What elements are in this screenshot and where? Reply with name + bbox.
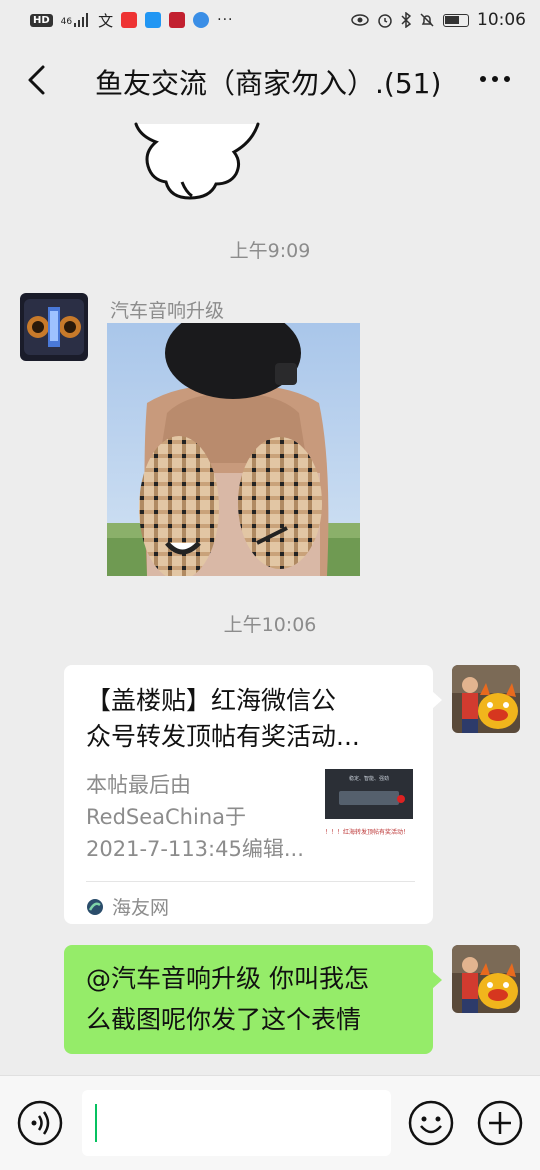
child-lion-avatar-image — [452, 665, 520, 733]
image-message[interactable] — [107, 323, 360, 576]
thumbnail-caption: 稳定、智能、强劲 — [348, 776, 389, 782]
app-globe-icon — [193, 12, 210, 28]
text-cursor — [95, 1104, 97, 1142]
link-card-desc-line: 本帖最后由 — [86, 773, 191, 797]
signal-icon: 46 — [61, 13, 90, 27]
text-message-bubble[interactable]: @汽车音响升级 你叫我怎 么截图呢你发了这个表情 — [64, 945, 442, 1054]
status-left-icons: HD 46 文 ··· — [30, 10, 234, 31]
link-card-message[interactable]: 【盖楼贴】红海微信公 众号转发顶帖有奖活动... 本帖最后由 RedSeaChi… — [64, 665, 442, 924]
self-avatar[interactable] — [452, 945, 520, 1013]
chat-messages[interactable]: 上午9:09 汽车音响升级 上午10:06 【盖楼贴】红海微信公 众号转发顶帖有… — [0, 122, 540, 1075]
more-dot — [480, 76, 486, 82]
status-right-icons: 10:06 — [351, 10, 526, 30]
more-functions-button[interactable] — [477, 1100, 523, 1146]
back-arrow-icon — [28, 65, 45, 95]
hd-icon: HD — [30, 13, 53, 27]
chat-title: 鱼友交流（商家勿入）.(51) — [95, 67, 442, 100]
status-bar: HD 46 文 ··· 10:06 — [0, 0, 540, 40]
more-dot — [492, 76, 498, 82]
link-card-desc-line: 2021-7-113:45编辑... — [86, 837, 304, 861]
mute-icon — [420, 13, 434, 27]
link-card-title: 【盖楼贴】红海微信公 众号转发顶帖有奖活动... — [86, 683, 413, 755]
message-text-line: @汽车音响升级 你叫我怎 — [86, 964, 369, 993]
status-time: 10:06 — [477, 10, 526, 30]
more-dot — [504, 76, 510, 82]
battery-icon — [443, 13, 469, 27]
emoji-button[interactable] — [408, 1100, 454, 1146]
link-card-source-name: 海友网 — [112, 897, 170, 919]
more-options-button[interactable] — [480, 76, 510, 82]
link-card-title-line: 【盖楼贴】红海微信公 — [86, 686, 337, 715]
link-card-divider — [86, 881, 415, 882]
link-card-thumbnail: 稳定、智能、强劲 ！！！红海转发顶帖有奖活动！ — [325, 769, 413, 865]
alarm-icon — [378, 14, 392, 28]
sender-name: 汽车音响升级 — [110, 300, 225, 322]
input-method-icon: 文 — [98, 11, 114, 30]
link-card-desc-line: RedSeaChina于 — [86, 805, 247, 829]
message-text-line: 么截图呢你发了这个表情 — [86, 1005, 362, 1034]
sticker-image[interactable] — [130, 122, 260, 202]
app-blue-icon — [145, 12, 162, 28]
app-target-icon — [169, 12, 186, 28]
link-card-title-line: 众号转发顶帖有奖活动... — [86, 722, 360, 751]
input-bar — [0, 1075, 540, 1170]
link-card-source: 海友网 — [86, 893, 169, 920]
more-dots-icon: ··· — [217, 12, 234, 28]
network-label: 46 — [60, 17, 73, 27]
message-input[interactable] — [82, 1090, 391, 1156]
haiyou-logo-icon — [87, 898, 103, 915]
bluetooth-icon — [401, 12, 411, 28]
eye-icon — [351, 14, 369, 26]
photo-content-image — [107, 323, 360, 576]
back-button[interactable] — [18, 60, 54, 100]
car-audio-avatar-image — [20, 293, 88, 361]
child-lion-avatar-image — [452, 945, 520, 1013]
voice-input-button[interactable] — [17, 1100, 63, 1146]
chat-header: 鱼友交流（商家勿入）.(51) — [0, 40, 540, 122]
app-red-icon — [121, 12, 138, 28]
thumbnail-text: ！！！红海转发顶帖有奖活动！ — [325, 829, 410, 836]
self-avatar[interactable] — [452, 665, 520, 733]
sender-avatar[interactable] — [20, 293, 88, 361]
message-timestamp: 上午10:06 — [223, 614, 317, 636]
thumbnail-image: 稳定、智能、强劲 — [325, 769, 413, 819]
link-card-body: 本帖最后由 RedSeaChina于 2021-7-113:45编辑... 稳定… — [86, 769, 413, 865]
link-card-description: 本帖最后由 RedSeaChina于 2021-7-113:45编辑... — [86, 769, 315, 865]
message-timestamp: 上午9:09 — [229, 240, 311, 262]
